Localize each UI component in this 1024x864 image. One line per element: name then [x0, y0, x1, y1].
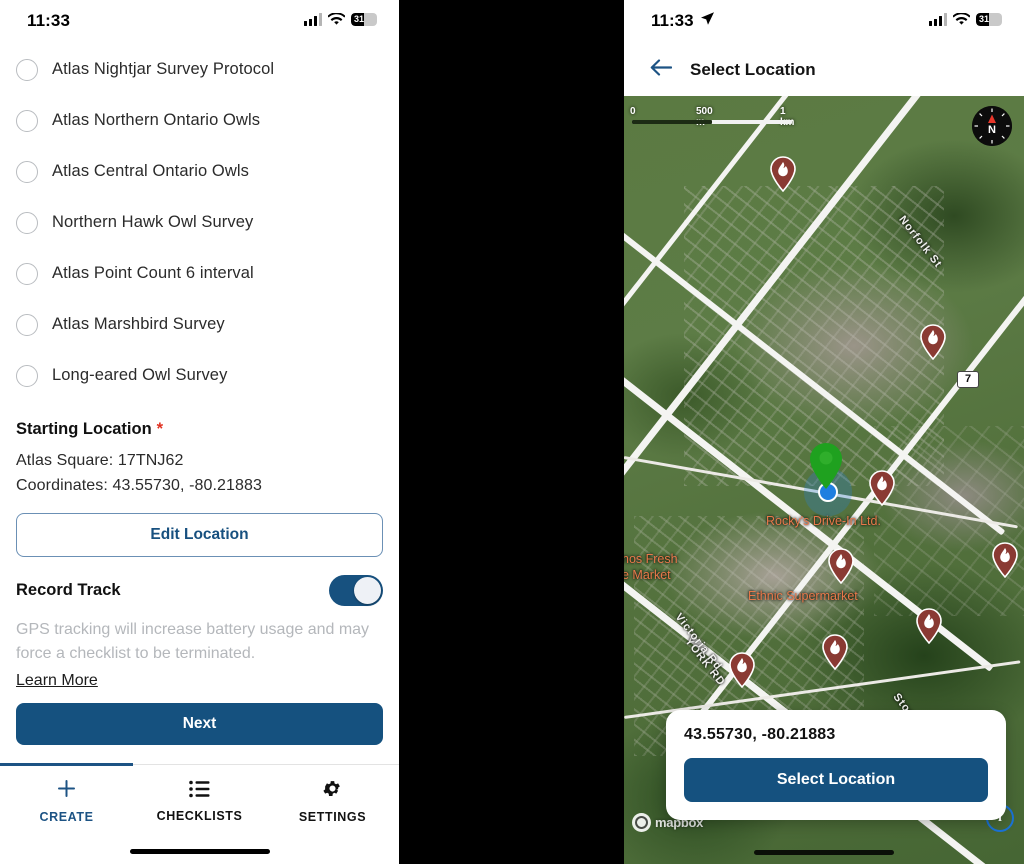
cellular-bars-icon: [929, 13, 947, 26]
flame-pin-icon[interactable]: [991, 542, 1019, 578]
radio-circle-icon[interactable]: [16, 313, 38, 336]
radio-option-atlas-northern-ontario-owls[interactable]: Atlas Northern Ontario Owls: [16, 95, 383, 146]
battery-icon: 31: [351, 13, 377, 26]
wifi-icon: [953, 13, 970, 25]
screenshot-stage: 11:33 31 Atlas Nightjar Survey Protocol: [0, 0, 1024, 864]
tab-checklists-label: CHECKLISTS: [156, 808, 243, 823]
map-pin-green-icon[interactable]: [808, 442, 844, 490]
radio-option-label: Atlas Northern Ontario Owls: [52, 111, 261, 129]
home-indicator: [754, 850, 894, 855]
radio-option-label: Northern Hawk Owl Survey: [52, 213, 254, 231]
status-bar-right: 11:33 31: [624, 0, 1024, 44]
learn-more-link[interactable]: Learn More: [16, 672, 98, 690]
record-track-label: Record Track: [16, 581, 121, 599]
mapbox-logo-icon: [632, 813, 651, 832]
tab-settings[interactable]: SETTINGS: [266, 765, 399, 837]
home-indicator: [129, 849, 270, 854]
scale-label-end: 1 km: [780, 106, 794, 128]
next-button[interactable]: Next: [16, 703, 383, 745]
tab-create-label: CREATE: [39, 810, 94, 824]
map-poi-label: Ethnic Supermarket: [748, 589, 858, 603]
left-phone-panel: 11:33 31 Atlas Nightjar Survey Protocol: [0, 0, 399, 864]
bottom-tab-bar: CREATE CHECKLISTS SETTINGS: [0, 763, 399, 864]
scale-label-zero: 0: [630, 106, 636, 117]
back-arrow-icon[interactable]: [650, 59, 673, 81]
radio-option-label: Atlas Nightjar Survey Protocol: [52, 60, 275, 78]
tab-create[interactable]: CREATE: [0, 765, 133, 837]
radio-option-label: Long-eared Owl Survey: [52, 366, 228, 384]
flame-pin-icon[interactable]: [728, 652, 756, 688]
wifi-icon: [328, 13, 345, 25]
battery-percent: 31: [979, 14, 990, 24]
starting-location-heading-text: Starting Location: [16, 420, 152, 438]
battery-icon: 31: [976, 13, 1002, 26]
flame-pin-icon[interactable]: [769, 156, 797, 192]
location-confirm-card: 43.55730, -80.21883 Select Location: [666, 710, 1006, 820]
tab-checklists[interactable]: CHECKLISTS: [133, 765, 266, 837]
compass-icon[interactable]: N: [972, 106, 1012, 146]
atlas-square-value: Atlas Square: 17TNJ62: [16, 452, 184, 469]
nav-bar: Select Location: [624, 44, 1024, 96]
protocol-form-scroll[interactable]: Atlas Nightjar Survey Protocol Atlas Nor…: [0, 44, 399, 690]
svg-text:N: N: [988, 124, 996, 136]
location-arrow-icon: [700, 11, 715, 31]
status-bar-indicators-right: 31: [929, 13, 1002, 26]
radio-circle-icon[interactable]: [16, 262, 38, 285]
map-poi-label: Rocky's Drive-In Ltd.: [766, 514, 881, 528]
map-view[interactable]: 0 500 m 1 km N: [624, 96, 1024, 864]
gear-icon: [322, 778, 343, 803]
toggle-knob: [354, 577, 381, 604]
card-coordinates-text: 43.55730, -80.21883: [684, 726, 836, 743]
radio-circle-icon[interactable]: [16, 58, 38, 81]
select-location-button[interactable]: Select Location: [684, 758, 988, 802]
flame-pin-icon[interactable]: [868, 470, 896, 506]
radio-option-long-eared-owl-survey[interactable]: Long-eared Owl Survey: [16, 350, 383, 401]
radio-option-northern-hawk-owl-survey[interactable]: Northern Hawk Owl Survey: [16, 197, 383, 248]
plus-icon: [56, 778, 77, 803]
flame-pin-icon[interactable]: [821, 634, 849, 670]
edit-location-button[interactable]: Edit Location: [16, 513, 383, 557]
status-bar-time: 11:33: [27, 11, 71, 30]
coordinates-value: Coordinates: 43.55730, -80.21883: [16, 477, 263, 494]
list-icon: [189, 780, 210, 802]
active-tab-indicator: [0, 763, 133, 766]
tab-settings-label: SETTINGS: [298, 810, 367, 824]
radio-option-label: Atlas Central Ontario Owls: [52, 162, 249, 180]
flame-pin-icon[interactable]: [919, 324, 947, 360]
status-bar-time-right: 11:33: [651, 11, 715, 31]
page-title: Select Location: [690, 60, 816, 79]
radio-circle-icon[interactable]: [16, 211, 38, 234]
flame-pin-icon[interactable]: [827, 548, 855, 584]
map-urban-texture: [874, 426, 1024, 616]
radio-circle-icon[interactable]: [16, 160, 38, 183]
map-poi-label: nos Fresh: [624, 552, 678, 566]
cellular-bars-icon: [304, 13, 322, 26]
radio-option-label: Atlas Point Count 6 interval: [52, 264, 254, 282]
radio-option-label: Atlas Marshbird Survey: [52, 315, 225, 333]
right-phone-panel: 11:33 31 Select Location 0 500 1 N 7 Roc…: [624, 0, 1024, 864]
highway-shield: 7: [957, 371, 980, 388]
radio-option-atlas-marshbird-survey[interactable]: Atlas Marshbird Survey: [16, 299, 383, 350]
battery-percent: 31: [354, 14, 365, 24]
record-track-hint: GPS tracking will increase battery usage…: [16, 621, 370, 662]
starting-location-heading: Starting Location *: [16, 420, 383, 439]
status-bar-indicators: 31: [304, 13, 377, 26]
radio-option-atlas-nightjar-survey-protocol[interactable]: Atlas Nightjar Survey Protocol: [16, 44, 383, 95]
radio-circle-icon[interactable]: [16, 364, 38, 387]
status-bar-left: 11:33 31: [0, 0, 399, 44]
status-bar-time-text: 11:33: [651, 11, 694, 30]
record-track-toggle[interactable]: [329, 575, 383, 606]
flame-pin-icon[interactable]: [915, 608, 943, 644]
radio-circle-icon[interactable]: [16, 109, 38, 132]
map-poi-label: e Market: [624, 568, 671, 582]
scale-label-mid: 500 m: [696, 106, 713, 128]
required-asterisk: *: [156, 420, 164, 438]
radio-option-atlas-central-ontario-owls[interactable]: Atlas Central Ontario Owls: [16, 146, 383, 197]
radio-option-atlas-point-count-6-interval[interactable]: Atlas Point Count 6 interval: [16, 248, 383, 299]
record-track-row: Record Track: [16, 575, 383, 606]
